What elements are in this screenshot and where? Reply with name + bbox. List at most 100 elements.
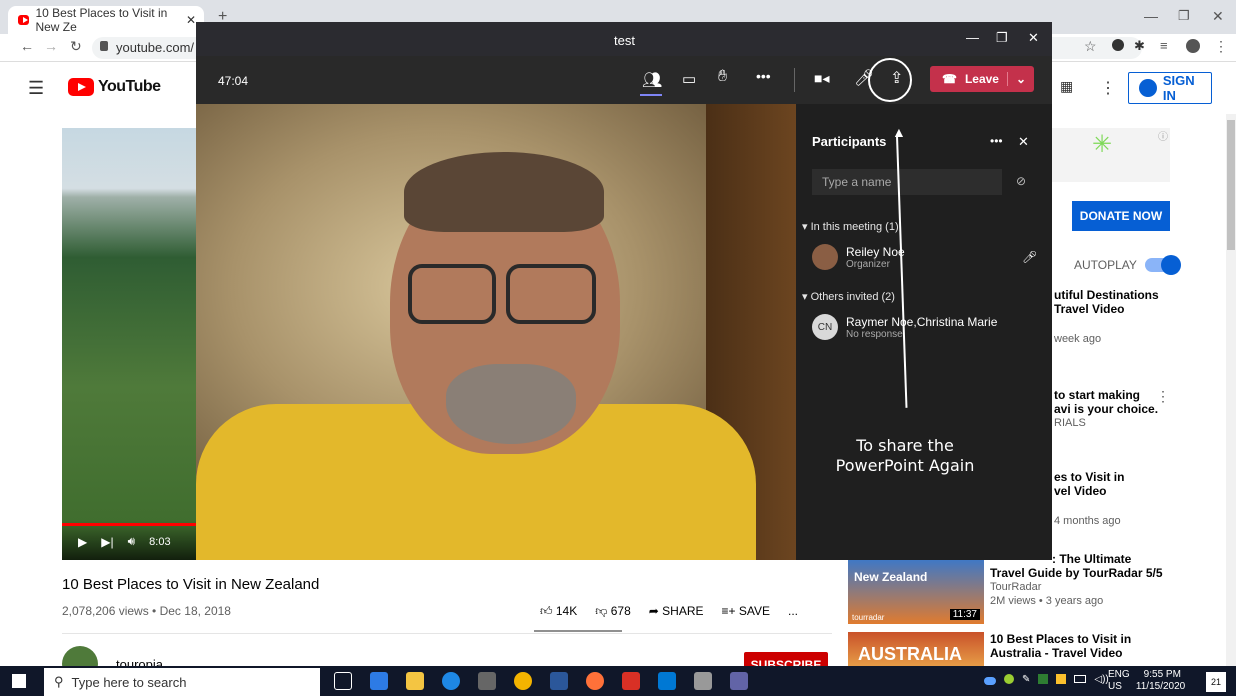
volume-icon[interactable]: 🔊︎ <box>128 534 136 549</box>
tray-clock[interactable]: ENG 9:55 PM US 11/15/2020 <box>1108 669 1185 693</box>
youtube-logo-icon[interactable] <box>68 78 94 96</box>
others-invited-header[interactable]: ▾ Others invited (2) <box>802 290 895 303</box>
teams-icon[interactable] <box>730 672 748 690</box>
reading-list-icon[interactable]: ≡ <box>1160 38 1168 53</box>
chrome-icon[interactable] <box>514 672 532 690</box>
dislike-button[interactable]: 👎︎ 678 <box>595 604 631 619</box>
window-minimize-icon[interactable]: — <box>1144 8 1158 24</box>
language: ENG <box>1108 669 1130 680</box>
next-icon[interactable]: ▶| <box>101 535 113 549</box>
teams-close-icon[interactable]: ✕ <box>1028 30 1039 46</box>
share-link-icon[interactable]: ⊘ <box>1016 174 1026 188</box>
word-icon[interactable] <box>550 672 568 690</box>
window-close-icon[interactable]: ✕ <box>1212 8 1224 25</box>
video-meta: 2,078,206 views • Dec 18, 2018 <box>62 604 231 618</box>
related-video-5[interactable]: 10 Best Places to Visit in Australia - T… <box>990 632 1131 660</box>
hamburger-menu-icon[interactable]: ☰ <box>28 78 44 99</box>
notification-center-icon[interactable]: 21 <box>1206 672 1226 692</box>
participant-search-input[interactable]: Type a name <box>812 169 1002 195</box>
annotation-line-1: To share the <box>856 436 954 455</box>
related-thumbnail-4[interactable]: New Zealand tourradar 11:37 <box>848 558 984 624</box>
annotation-arrow-head-icon: ▲ <box>892 124 906 140</box>
apps-grid-icon[interactable]: ▦ <box>1060 78 1073 95</box>
save-button[interactable]: ≡+ SAVE <box>722 604 770 619</box>
panel-more-icon[interactable]: ••• <box>990 134 1003 148</box>
related-meta: 2M views • 3 years ago <box>990 595 1104 607</box>
teams-minimize-icon[interactable]: — <box>966 30 979 45</box>
video-duration: 11:37 <box>949 609 980 620</box>
donate-now-button[interactable]: DONATE NOW <box>1072 201 1170 231</box>
youtube-logo-text[interactable]: YouTube <box>98 78 161 96</box>
participant-row[interactable]: Reiley Noe Organizer <box>812 244 905 270</box>
extensions-puzzle-icon[interactable]: ✱ <box>1134 38 1145 54</box>
account-circle-icon <box>1139 79 1157 97</box>
scanner-icon[interactable] <box>694 672 712 690</box>
taskbar-search[interactable]: ⚲ Type here to search <box>44 668 320 696</box>
related-meta: RIALS <box>1054 417 1086 429</box>
raise-hand-icon[interactable]: ✋︎ <box>718 68 727 86</box>
more-options-icon[interactable]: ••• <box>756 68 771 84</box>
forward-icon[interactable]: → <box>44 38 58 54</box>
invited-initials: CN <box>817 321 833 333</box>
related-video-3[interactable]: es to Visit in vel Video 4 months ago <box>1054 470 1124 528</box>
reload-icon[interactable]: ↻ <box>70 38 82 55</box>
teams-restore-icon[interactable]: ❐ <box>996 30 1008 46</box>
battery-icon[interactable] <box>1074 675 1087 683</box>
camera-icon[interactable]: ■◂ <box>814 70 829 87</box>
related-video-2[interactable]: to start making avi is your choice. RIAL… <box>1054 388 1158 430</box>
leave-button[interactable]: ☎ Leave ⌄ <box>930 66 1034 92</box>
settings-menu-icon[interactable]: ⋮ <box>1100 78 1116 98</box>
panel-close-icon[interactable]: ✕ <box>1018 134 1029 150</box>
profile-icon[interactable] <box>1186 39 1200 53</box>
chat-icon[interactable]: ▭ <box>682 70 696 88</box>
sign-in-button[interactable]: SIGN IN <box>1128 72 1212 104</box>
ad-info-icon[interactable]: ⓘ <box>1158 128 1168 143</box>
edge-icon[interactable] <box>442 672 460 690</box>
extension-icon[interactable] <box>1112 39 1124 51</box>
related-video-4[interactable]: : The Ultimate Travel Guide by TourRadar… <box>990 552 1163 608</box>
pen-icon[interactable]: ✎ <box>1022 674 1030 685</box>
security-icon[interactable] <box>1056 674 1067 684</box>
person-beard <box>446 364 576 444</box>
participants-icon[interactable]: 👥︎ <box>642 70 662 90</box>
participants-active-underline <box>640 94 662 96</box>
leave-options-chevron-icon[interactable]: ⌄ <box>1006 72 1026 86</box>
onedrive-icon[interactable] <box>984 677 996 685</box>
tray-app-icon[interactable] <box>1004 674 1014 684</box>
firefox-icon[interactable] <box>586 672 604 690</box>
ad-banner[interactable]: ✳ <box>1046 128 1170 182</box>
tab-close-icon[interactable]: ✕ <box>186 13 196 27</box>
play-icon[interactable]: ▶ <box>78 535 87 549</box>
browser-menu-icon[interactable]: ⋮ <box>1214 38 1228 55</box>
task-view-icon[interactable] <box>334 672 352 690</box>
scrollbar-thumb[interactable] <box>1227 120 1235 250</box>
player-controls: ▶ ▶| 🔊︎ 8:03 <box>78 534 171 549</box>
photos-icon[interactable] <box>658 672 676 690</box>
mail-icon[interactable] <box>370 672 388 690</box>
autoplay-toggle[interactable] <box>1144 255 1181 275</box>
like-button[interactable]: 👍︎ 14K <box>540 604 577 619</box>
window-maximize-icon[interactable]: ❐ <box>1178 8 1190 24</box>
participant-name: Reiley Noe <box>846 244 905 259</box>
network-icon[interactable] <box>1038 674 1049 684</box>
related-title-l1: utiful Destinations <box>1054 288 1159 302</box>
more-actions-button[interactable]: ... <box>788 604 798 619</box>
file-explorer-icon[interactable] <box>406 672 424 690</box>
window-title: test <box>614 33 635 48</box>
related-thumbnail-5[interactable]: AUSTRALIA <box>848 632 984 668</box>
bookmark-star-icon[interactable]: ☆ <box>1084 38 1097 55</box>
clock-time: 9:55 PM <box>1143 669 1181 680</box>
share-button[interactable]: ➦ SHARE <box>649 604 704 619</box>
in-meeting-header[interactable]: ▾ In this meeting (1) <box>802 220 899 233</box>
video-progress-bar[interactable] <box>62 523 196 526</box>
browser-tab[interactable]: 10 Best Places to Visit in New Ze ✕ <box>8 6 204 34</box>
acrobat-icon[interactable] <box>622 672 640 690</box>
related-more-icon[interactable]: ⋮ <box>1156 388 1170 405</box>
back-icon[interactable]: ← <box>20 38 34 54</box>
youtube-video-player[interactable] <box>62 128 196 560</box>
volume-icon[interactable]: ◁)) <box>1094 674 1108 685</box>
panel-title: Participants <box>812 134 887 149</box>
app-icon[interactable] <box>478 672 496 690</box>
windows-start-icon[interactable] <box>12 674 26 688</box>
related-video-1[interactable]: utiful Destinations Travel Video week ag… <box>1054 288 1159 346</box>
